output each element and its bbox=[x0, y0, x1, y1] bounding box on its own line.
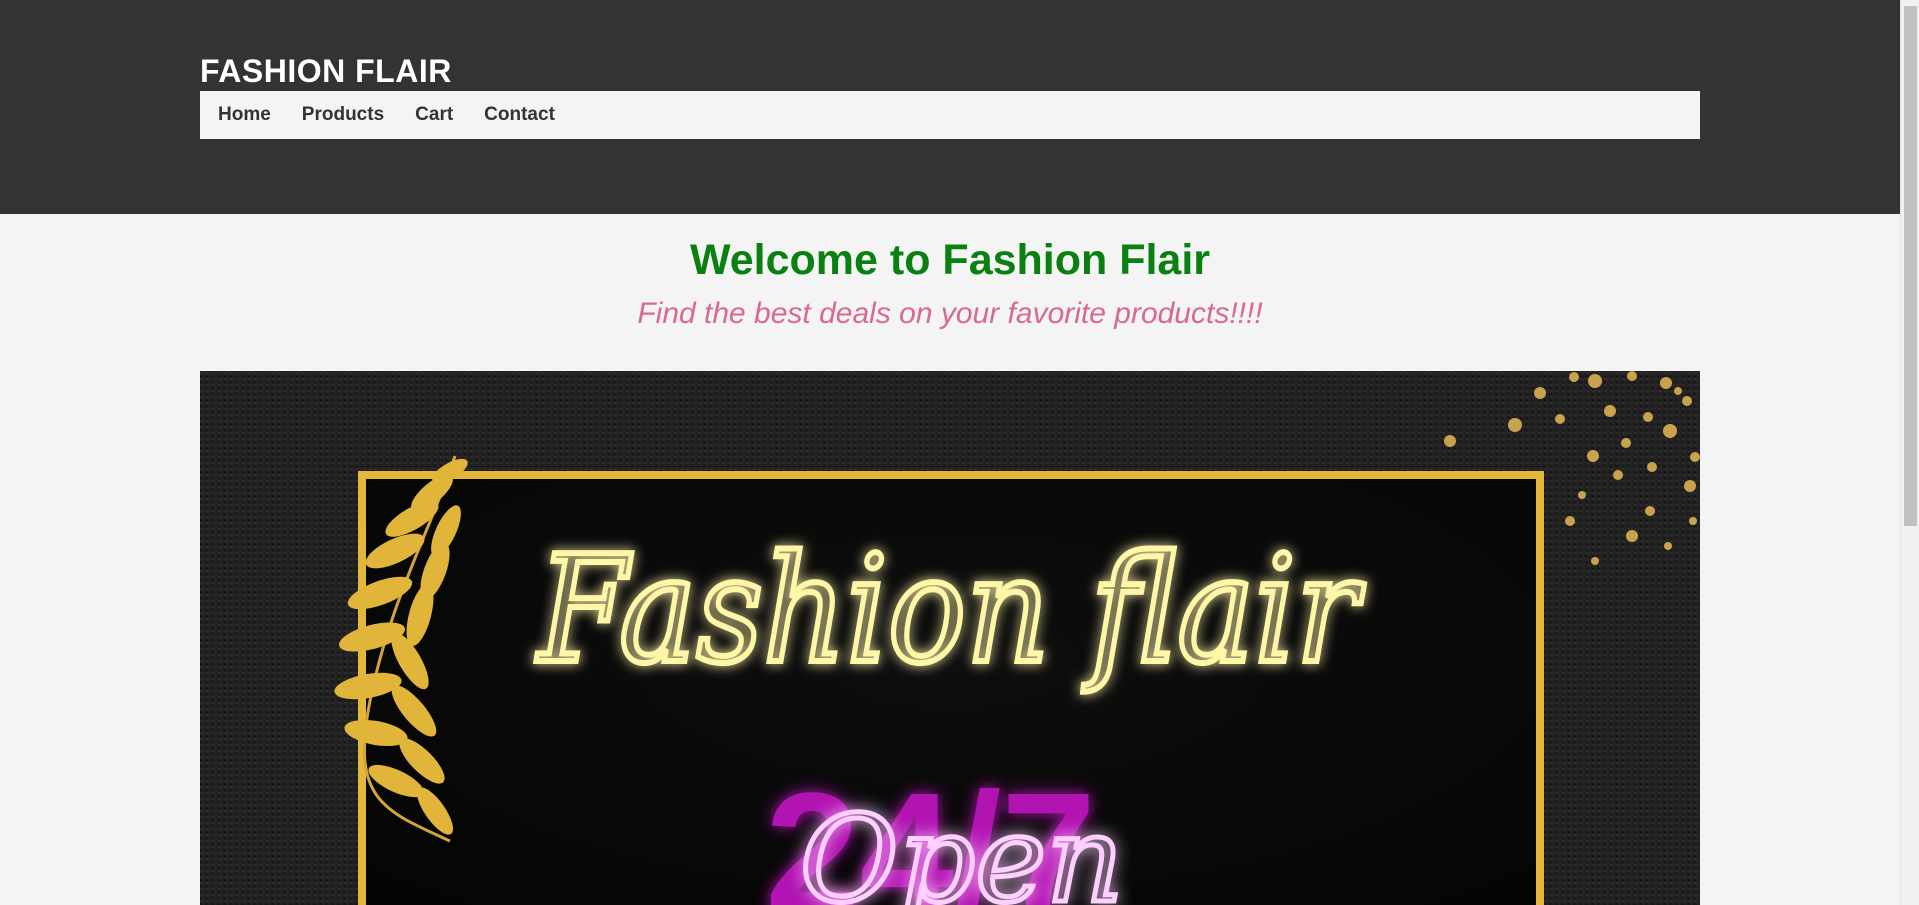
hero-title: Welcome to Fashion Flair bbox=[689, 236, 1211, 284]
nav-products-link[interactable]: Products bbox=[302, 104, 384, 126]
main-nav: Home Products Cart Contact bbox=[200, 91, 1700, 139]
brand-logo[interactable]: FASHION FLAIR bbox=[200, 52, 452, 90]
nav-cart-link[interactable]: Cart bbox=[415, 104, 453, 126]
nav-contact-link[interactable]: Contact bbox=[484, 104, 555, 126]
nav-home-link[interactable]: Home bbox=[218, 104, 271, 126]
page-scrollbar[interactable] bbox=[1900, 0, 1919, 905]
banner-script-text: Fashion flair bbox=[535, 524, 1365, 696]
banner-graphic: Fashion flair 24/7 Open bbox=[200, 371, 1700, 905]
hero-subtitle: Find the best deals on your favorite pro… bbox=[637, 297, 1263, 330]
banner-neon-word: Open bbox=[800, 791, 1124, 905]
page: FASHION FLAIR Home Products Cart Contact… bbox=[0, 0, 1900, 905]
scrollbar-thumb[interactable] bbox=[1904, 6, 1917, 526]
hero-banner-image: Fashion flair 24/7 Open bbox=[200, 371, 1700, 905]
site-header: FASHION FLAIR Home Products Cart Contact bbox=[0, 0, 1900, 214]
